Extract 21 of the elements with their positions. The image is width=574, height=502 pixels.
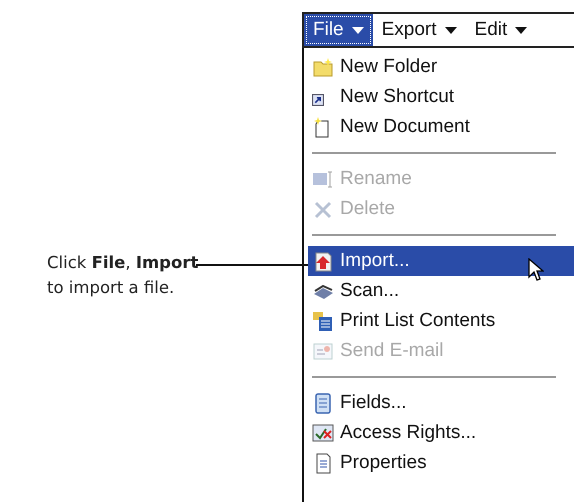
caret-icon xyxy=(444,26,457,34)
menu-item[interactable]: New Folder xyxy=(308,52,574,82)
caret-icon xyxy=(352,26,364,34)
menu-bar-item[interactable]: Export xyxy=(372,14,466,46)
checkmark-cross-icon xyxy=(312,422,334,444)
callout-text: Click File, Import to import a file. xyxy=(47,252,198,299)
caret-icon xyxy=(515,26,528,34)
shortcut-arrow-icon xyxy=(312,94,324,106)
menu-item[interactable]: New Shortcut xyxy=(308,82,574,112)
list-icon xyxy=(312,310,334,332)
menu-item[interactable]: Scan... xyxy=(308,276,574,306)
menu-bar-item[interactable]: File xyxy=(304,14,373,46)
menu-item[interactable]: Access Rights... xyxy=(308,418,574,448)
menu-bar-item[interactable]: Edit xyxy=(466,14,536,46)
menu-item[interactable]: Print List Contents xyxy=(308,306,574,336)
folder-icon xyxy=(312,56,334,78)
mouse-pointer-icon xyxy=(528,258,544,282)
menu-item[interactable]: Properties xyxy=(308,448,574,478)
menu-item[interactable]: Fields... xyxy=(308,388,574,418)
menu-item[interactable]: New Document xyxy=(308,112,574,142)
menu-item[interactable]: Import... xyxy=(308,246,574,276)
